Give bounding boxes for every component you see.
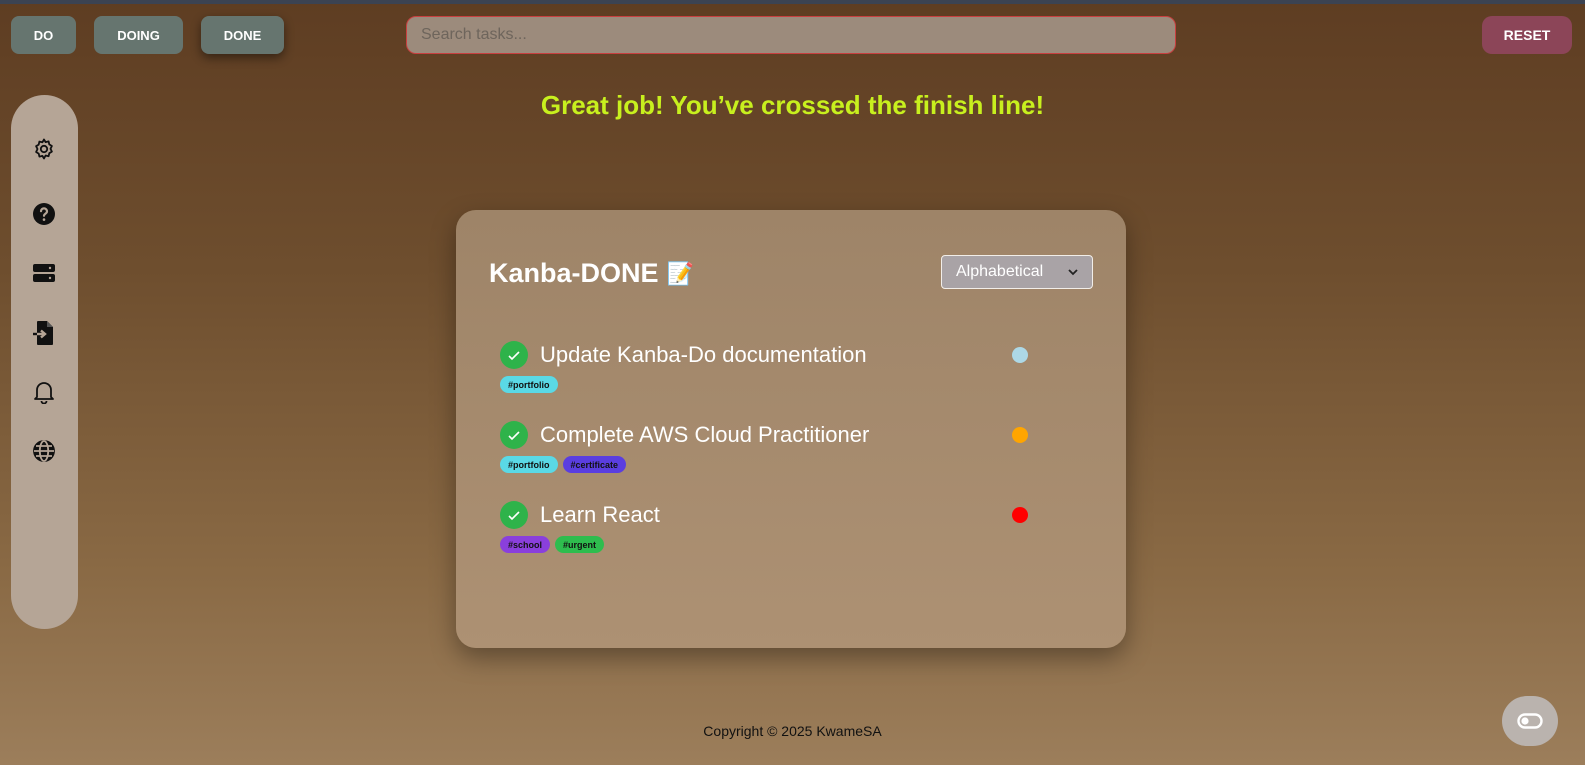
- nav-done-button[interactable]: DONE: [201, 16, 284, 54]
- board-title: Kanba-DONE 📝: [489, 258, 694, 289]
- top-border: [0, 0, 1585, 4]
- priority-dot: [1012, 507, 1028, 523]
- tag-badge: #school: [500, 536, 551, 553]
- help-icon[interactable]: [31, 201, 57, 227]
- sort-select[interactable]: Alphabetical: [941, 255, 1093, 289]
- task-item[interactable]: Complete AWS Cloud Practitioner #portfol…: [500, 420, 1040, 473]
- check-circle-icon[interactable]: [500, 421, 528, 449]
- storage-icon[interactable]: [31, 260, 57, 286]
- check-circle-icon[interactable]: [500, 341, 528, 369]
- tag-badge: #urgent: [555, 536, 605, 553]
- toggle-icon: [1517, 713, 1543, 729]
- search-input[interactable]: [406, 16, 1176, 54]
- board-title-text: Kanba-DONE: [489, 258, 659, 288]
- check-circle-icon[interactable]: [500, 501, 528, 529]
- nav-doing-button[interactable]: DOING: [94, 16, 183, 54]
- footer-copyright: Copyright © 2025 KwameSA: [703, 723, 882, 739]
- gear-icon[interactable]: [31, 136, 57, 162]
- bell-icon[interactable]: [31, 379, 57, 405]
- priority-dot: [1012, 427, 1028, 443]
- headline: Great job! You’ve crossed the finish lin…: [540, 90, 1045, 120]
- task-title: Update Kanba-Do documentation: [540, 342, 867, 367]
- reset-button[interactable]: RESET: [1482, 16, 1572, 54]
- tag-badge: #portfolio: [500, 456, 558, 473]
- theme-toggle-button[interactable]: [1502, 696, 1558, 746]
- task-title: Learn React: [540, 502, 660, 527]
- sidebar: [11, 95, 78, 629]
- task-board-card: Kanba-DONE 📝 Alphabetical Update Kanba-D…: [456, 210, 1126, 648]
- memo-icon: 📝: [666, 260, 694, 286]
- task-item[interactable]: Update Kanba-Do documentation #portfolio: [500, 340, 1040, 393]
- task-title: Complete AWS Cloud Practitioner: [540, 422, 870, 447]
- task-item[interactable]: Learn React #school #urgent: [500, 500, 1040, 553]
- priority-dot: [1012, 347, 1028, 363]
- nav-do-button[interactable]: DO: [11, 16, 76, 54]
- chevron-down-icon: [1068, 268, 1078, 275]
- tag-badge: #certificate: [562, 456, 627, 473]
- sort-select-value: Alphabetical: [956, 263, 1044, 280]
- file-import-icon[interactable]: [31, 320, 57, 346]
- globe-icon[interactable]: [31, 438, 57, 464]
- tag-badge: #portfolio: [500, 376, 558, 393]
